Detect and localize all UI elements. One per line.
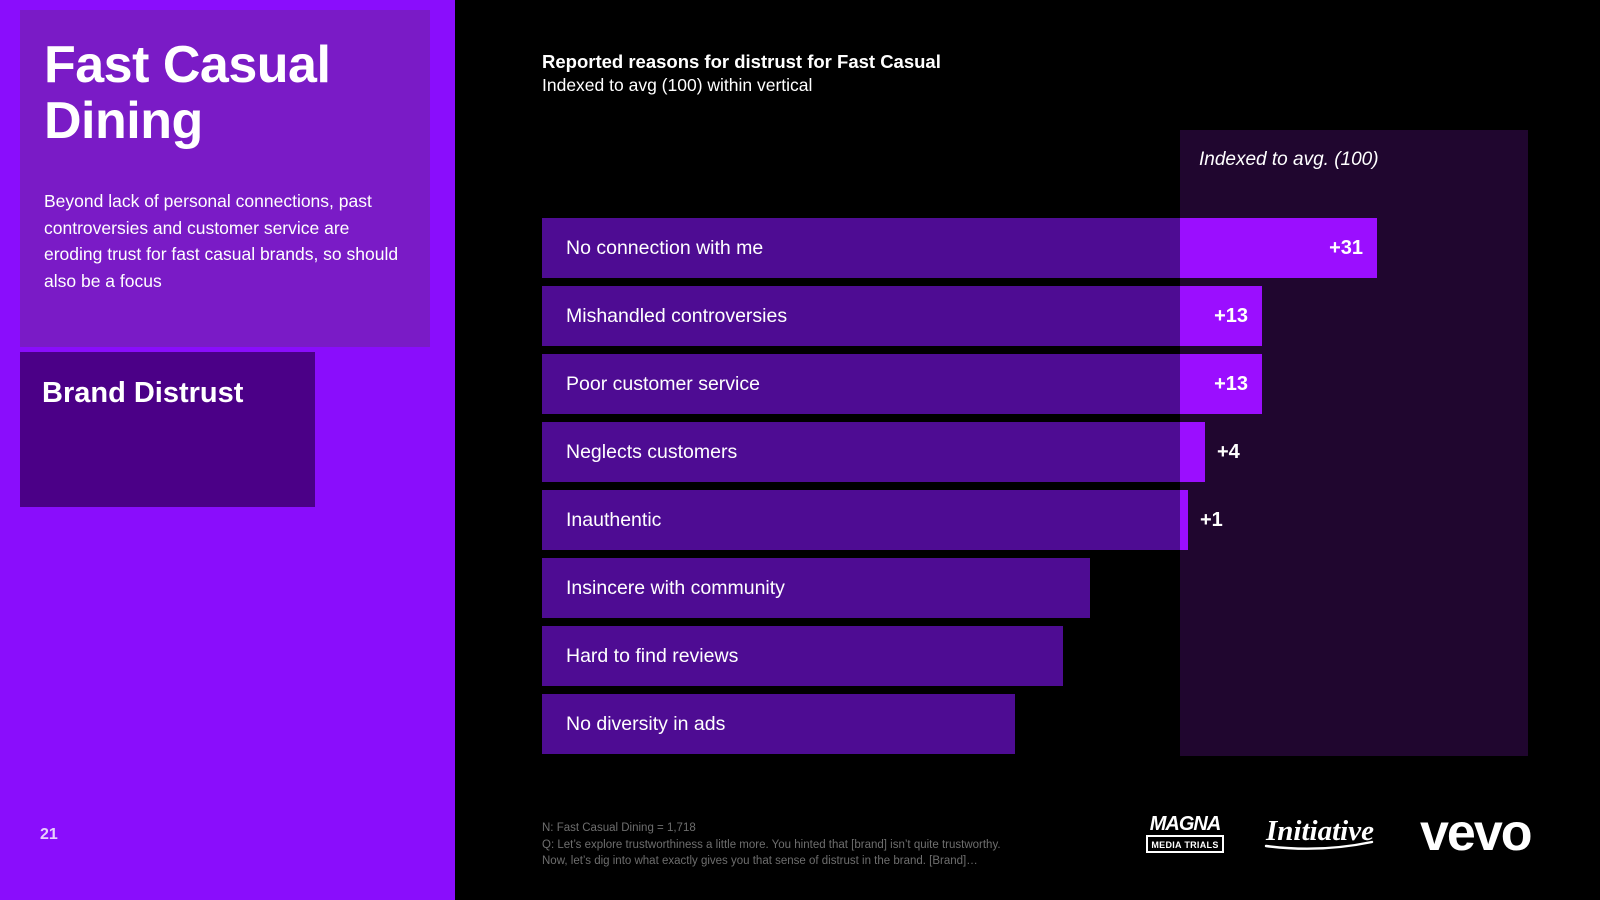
bar-label: No connection with me: [566, 236, 764, 259]
initiative-logo: Initiative: [1260, 808, 1378, 854]
bar-row: Neglects customers +4: [542, 422, 1542, 489]
bar-label: Inauthentic: [566, 508, 662, 531]
svg-text:MAGNA: MAGNA: [1150, 813, 1221, 835]
bar-row: Hard to find reviews: [542, 626, 1542, 693]
bar-value-label: +13: [1214, 372, 1248, 395]
vevo-logo: vevo: [1420, 808, 1580, 858]
bar-row: No diversity in ads: [542, 694, 1542, 761]
footnote: N: Fast Casual Dining = 1,718 Q: Let’s e…: [542, 820, 1142, 870]
bar-value-label: +1: [1200, 508, 1223, 531]
chart-heading: Reported reasons for distrust for Fast C…: [542, 50, 1242, 98]
footnote-line-1: N: Fast Casual Dining = 1,718: [542, 822, 696, 834]
chart-area: Reported reasons for distrust for Fast C…: [455, 0, 1600, 900]
bar-row: Insincere with community: [542, 558, 1542, 625]
page-number: 21: [40, 826, 58, 843]
bar-label: Hard to find reviews: [566, 644, 739, 667]
chart-subtitle: Indexed to avg (100) within vertical: [542, 75, 813, 96]
footnote-line-3: Now, let’s dig into what exactly gives y…: [542, 855, 978, 868]
bar-label: No diversity in ads: [566, 712, 726, 735]
title-card: Fast Casual Dining Beyond lack of person…: [20, 10, 430, 347]
logo-strip: MAGNA MEDIA TRIALS Initiative vevo: [1140, 808, 1560, 870]
svg-text:Initiative: Initiative: [1265, 815, 1374, 847]
svg-text:vevo: vevo: [1420, 808, 1531, 858]
bar-index-segment: [1180, 422, 1205, 482]
bar-label: Insincere with community: [566, 576, 785, 599]
bar-value-label: +31: [1329, 236, 1363, 259]
bar-label: Mishandled controversies: [566, 304, 788, 327]
chart-title: Reported reasons for distrust for Fast C…: [542, 51, 941, 72]
left-sidebar: Fast Casual Dining Beyond lack of person…: [0, 0, 455, 900]
bar-row: No connection with me +31: [542, 218, 1542, 285]
bar-row: Inauthentic +1: [542, 490, 1542, 557]
bar-row: Mishandled controversies +13: [542, 286, 1542, 353]
bar-label: Neglects customers: [566, 440, 738, 463]
bar-index-segment: [1180, 490, 1188, 550]
footnote-line-2: Q: Let’s explore trustworthiness a littl…: [542, 838, 1001, 851]
bar-row: Poor customer service +13: [542, 354, 1542, 421]
page-subtitle: Beyond lack of personal connections, pas…: [44, 191, 399, 291]
bar-label: Poor customer service: [566, 372, 760, 395]
magna-media-trials-logo: MAGNA MEDIA TRIALS: [1140, 808, 1230, 854]
bar-chart: No connection with me +31 Mishandled contr…: [542, 218, 1542, 762]
bar-value-label: +13: [1214, 304, 1248, 327]
bar-value-label: +4: [1217, 440, 1240, 463]
index-panel-label: Indexed to avg. (100): [1199, 149, 1379, 170]
section-title: Brand Distrust: [42, 377, 244, 409]
svg-text:MEDIA TRIALS: MEDIA TRIALS: [1151, 840, 1218, 850]
section-card: Brand Distrust: [20, 352, 315, 507]
page-title: Fast Casual Dining: [44, 36, 331, 150]
